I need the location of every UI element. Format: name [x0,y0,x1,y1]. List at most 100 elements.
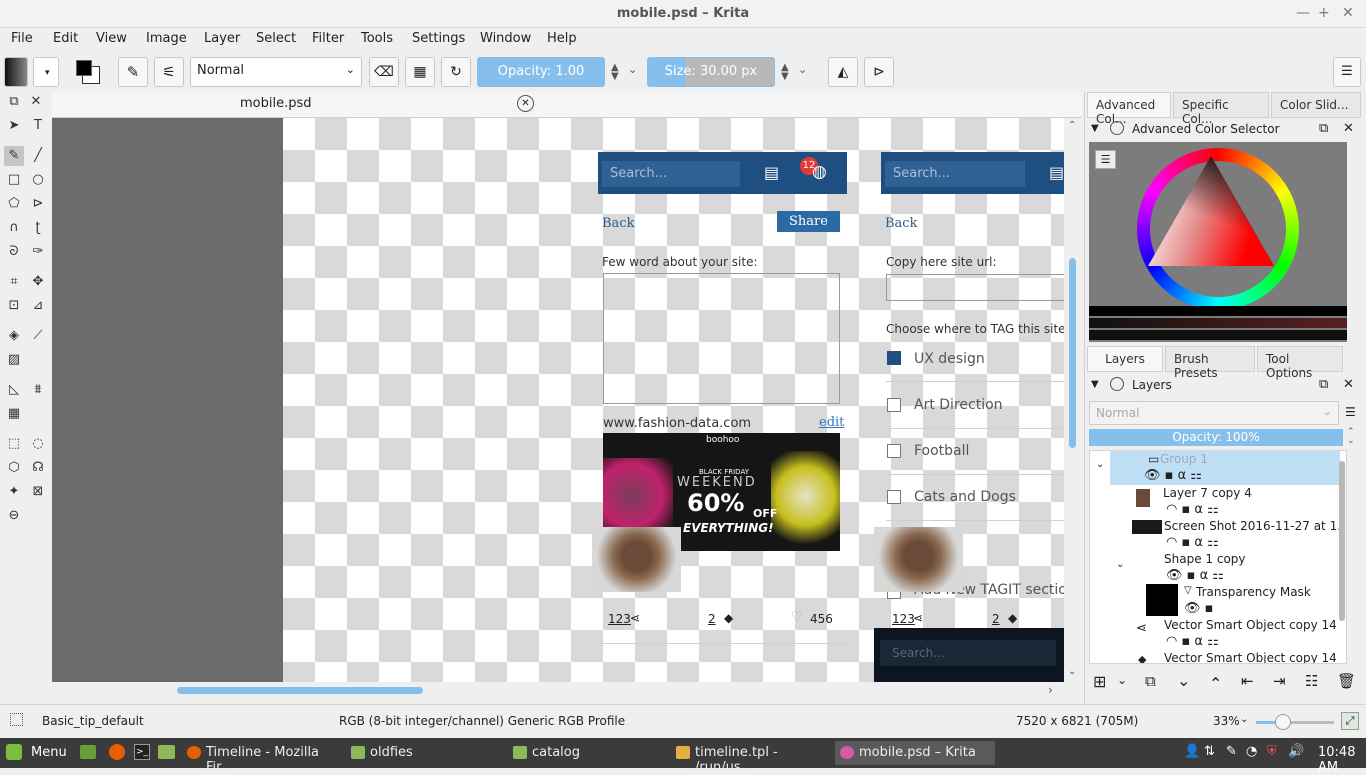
brush-preset-icon[interactable]: ✎ [118,57,148,87]
visibility-icon[interactable]: 👁 ▪ α ⚏ [1144,468,1202,483]
crop-tool-icon[interactable]: ⌗ [4,272,24,292]
toolbar-menu-icon[interactable]: ☰ [1333,57,1361,87]
visibility-icon[interactable]: ◠ ▪ α ⚏ [1166,634,1219,649]
freehand-path-icon[interactable]: ʈ [28,218,48,238]
zoom-slider[interactable] [1256,721,1334,724]
pen-icon[interactable]: ✎ [1226,744,1237,759]
brush-settings-icon[interactable]: ⚟ [154,57,184,87]
layer-row[interactable]: ◆ Vector Smart Object copy 14 [1090,650,1346,663]
menu-tools[interactable]: Tools [361,31,393,46]
layer-row[interactable]: Shape 1 copy 👁 ▪ α ⚏ [1090,551,1346,584]
indent-right-icon[interactable]: ⇥ [1273,672,1286,690]
task-catalog[interactable]: catalog [508,741,666,765]
freehand-select-icon[interactable]: ☊ [28,458,48,478]
grid-tool-icon[interactable]: ▦ [4,404,24,424]
visibility-icon[interactable]: ◠ ▪ α ⚏ [1166,535,1219,550]
close-docker-icon[interactable]: ✕ [1343,121,1354,136]
task-firefox[interactable]: Timeline - Mozilla Fir... [182,741,340,775]
tab-layers[interactable]: Layers [1087,346,1163,372]
gradient-swatch[interactable] [4,57,28,87]
color-history-strip[interactable] [1089,306,1347,316]
menu-file[interactable]: File [11,31,33,46]
opacity-slider[interactable]: Opacity: 1.00 [477,57,605,87]
vertical-scroll-thumb[interactable] [1069,258,1076,448]
close-toolbox-icon[interactable]: ✕ [26,92,46,112]
collapse-icon[interactable]: ▼ [1091,379,1099,390]
ellipse-select-icon[interactable]: ◌ [28,434,48,454]
task-editor[interactable]: timeline.tpl - /run/us... [671,741,829,775]
gradient-tool-icon[interactable]: ▨ [4,350,24,370]
reload-preset-icon[interactable]: ↻ [441,57,471,87]
zoom-level[interactable]: 33% [1213,714,1240,728]
layer-options-icon[interactable]: ☰ [1345,405,1356,419]
collapse-icon[interactable]: ▼ [1091,123,1099,134]
float-docker-icon[interactable]: ⧉ [1319,377,1328,392]
text-tool-icon[interactable]: T [28,116,48,136]
layer-row-mask[interactable]: ▽ Transparency Mask 👁 ▪ [1090,584,1346,617]
vertical-scrollbar[interactable]: ⌃ ⌄ [1064,118,1082,682]
layer-blend-select[interactable]: Normal ⌄ [1089,401,1339,425]
close-icon[interactable]: ✕ [1342,5,1354,21]
size-spin-icon[interactable]: ▲ ▼ [781,63,789,82]
freehand-brush-icon[interactable]: ✎ [4,146,24,166]
menu-help[interactable]: Help [547,31,577,46]
dynamic-brush-icon[interactable]: ᘐ [4,242,24,262]
transform-tool-icon[interactable]: ⊡ [4,296,24,316]
task-oldfies[interactable]: oldfies [346,741,502,765]
menu-filter[interactable]: Filter [312,31,344,46]
fg-bg-color-icon[interactable] [74,58,102,86]
size-slider[interactable]: Size: 30.00 px [647,57,775,87]
indent-left-icon[interactable]: ⇤ [1241,672,1254,690]
menu-settings[interactable]: Settings [412,31,465,46]
selector-settings-icon[interactable]: ☰ [1095,150,1116,169]
close-tab-icon[interactable]: ✕ [517,95,534,112]
mirror-vertical-icon[interactable]: ⊳ [864,57,894,87]
layer-row[interactable]: ⋖ Vector Smart Object copy 14 ◠ ▪ α ⚏ [1090,617,1346,650]
maximize-icon[interactable]: + [1318,5,1330,21]
perspective-grid-icon[interactable]: ⩩ [28,380,48,400]
ellipse-tool-icon[interactable]: ○ [28,170,48,190]
duplicate-layer-icon[interactable]: ⧉ [1145,672,1156,690]
tab-advanced-color[interactable]: Advanced Col... [1087,92,1171,126]
rectangle-tool-icon[interactable]: □ [4,170,24,190]
menu-window[interactable]: Window [480,31,531,46]
color-shade-strip-2[interactable] [1089,330,1347,340]
user-icon[interactable]: 👤 [1184,744,1200,759]
menu-image[interactable]: Image [146,31,187,46]
zoom-slider-handle[interactable] [1275,714,1291,730]
chevron-right-icon[interactable]: › [1048,683,1053,697]
canvas-area[interactable]: Search... ▤ 12 ◍ Back Share Few word abo… [52,118,1064,682]
volume-icon[interactable]: 🔊 [1288,744,1304,759]
layer-row-group1[interactable]: ▭ Group 1 👁 ▪ α ⚏ [1110,451,1340,485]
opacity-spin-icon[interactable]: ▲ ▼ [611,63,619,82]
tab-tool-options[interactable]: Tool Options [1257,346,1343,380]
move-up-icon[interactable]: ⌃ [1209,674,1222,693]
start-menu[interactable]: Menu [31,745,67,760]
mirror-horizontal-icon[interactable]: ◭ [828,57,858,87]
task-krita[interactable]: mobile.psd – Krita [835,741,995,765]
visibility-icon[interactable]: ◠ ▪ α ⚏ [1166,502,1219,517]
polygon-select-icon[interactable]: ⬡ [4,458,24,478]
layers-scroll-thumb[interactable] [1339,461,1345,621]
opacity-spin-icon[interactable]: ⌃ ⌄ [1347,428,1355,446]
menu-select[interactable]: Select [256,31,296,46]
chevron-down-icon[interactable]: ⌄ [1240,714,1248,725]
color-selector-area[interactable]: ☰ [1089,142,1347,342]
eraser-icon[interactable]: ⌫ [369,57,399,87]
menu-layer[interactable]: Layer [204,31,240,46]
assistant-tool-icon[interactable]: ◺ [4,380,24,400]
visibility-icon[interactable]: 👁 ▪ [1184,601,1213,616]
bezier-tool-icon[interactable]: ∩ [4,218,24,238]
measure-tool-icon[interactable]: ⊿ [28,296,48,316]
expand-icon[interactable]: ⌄ [1116,559,1124,570]
pattern-swatch[interactable]: ▾ [33,57,59,87]
lock-docker-icon[interactable] [1110,121,1124,135]
layer-properties-icon[interactable]: ☷ [1305,672,1318,690]
shield-icon[interactable]: ⛨ [1267,744,1277,759]
multibrush-icon[interactable]: ✑ [28,242,48,262]
float-docker-icon[interactable]: ⧉ [1319,121,1328,136]
files-icon[interactable] [158,745,175,759]
network-icon[interactable]: ⇅ [1204,744,1215,759]
chevron-down-icon[interactable]: ⌄ [1117,673,1127,687]
chevron-down-icon[interactable]: ⌄ [628,63,637,76]
